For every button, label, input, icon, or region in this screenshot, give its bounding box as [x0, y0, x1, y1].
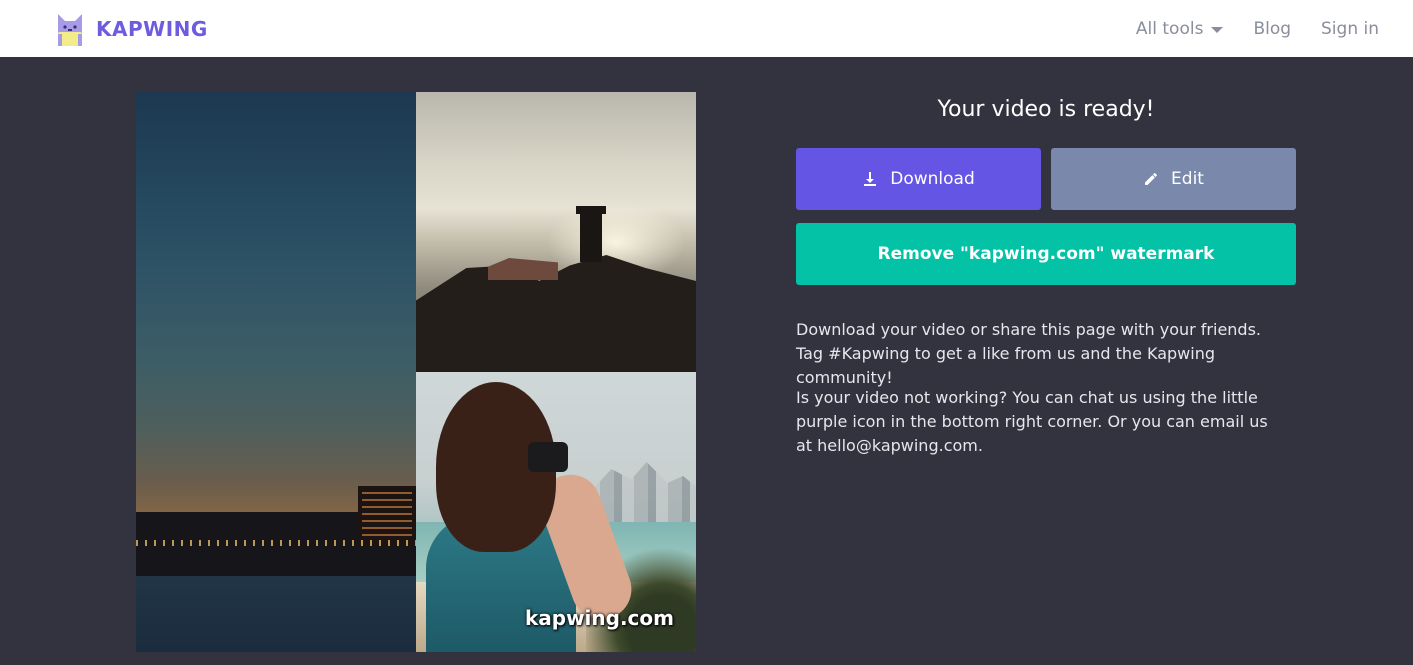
camera [528, 442, 568, 472]
export-panel: Your video is ready! Download Edit Remov… [796, 92, 1296, 455]
logo-text: KAPWING [96, 17, 208, 41]
collage-panel-photographer: kapwing.com [416, 372, 696, 652]
pencil-icon [1143, 171, 1159, 187]
building-silhouette [358, 486, 416, 546]
share-info-text: Download your video or share this page w… [796, 320, 1261, 387]
nav-sign-in-label: Sign in [1321, 18, 1379, 39]
remove-watermark-label: Remove "kapwing.com" watermark [877, 244, 1215, 264]
nav-all-tools[interactable]: All tools [1136, 19, 1224, 39]
download-label: Download [890, 169, 975, 189]
edit-label: Edit [1171, 169, 1204, 189]
nav-blog-label: Blog [1253, 18, 1292, 39]
nav-sign-in[interactable]: Sign in [1321, 19, 1379, 39]
video-preview[interactable]: kapwing.com [136, 92, 696, 652]
video-watermark: kapwing.com [524, 606, 674, 630]
remove-watermark-button[interactable]: Remove "kapwing.com" watermark [796, 223, 1296, 285]
support-info-text: Is your video not working? You can chat … [796, 388, 1268, 455]
nav-blog[interactable]: Blog [1253, 19, 1291, 39]
nav-all-tools-label: All tools [1135, 18, 1204, 39]
city-lights [136, 540, 416, 546]
edit-button[interactable]: Edit [1051, 148, 1296, 210]
collage-panel-lighthouse [416, 92, 696, 372]
download-icon [862, 171, 878, 187]
action-buttons: Download Edit [796, 148, 1296, 210]
lighthouse [576, 206, 606, 262]
download-button[interactable]: Download [796, 148, 1041, 210]
top-nav: All tools Blog Sign in [1106, 0, 1379, 57]
collage-panel-sunset-city [136, 92, 416, 652]
top-header: KAPWING All tools Blog Sign in [0, 0, 1413, 57]
kapwing-cat-icon [58, 14, 82, 46]
house-roof [488, 258, 558, 280]
kapwing-logo[interactable]: KAPWING [56, 12, 208, 46]
chevron-down-icon [1211, 26, 1224, 33]
ready-title: Your video is ready! [937, 97, 1155, 122]
water [136, 576, 416, 652]
